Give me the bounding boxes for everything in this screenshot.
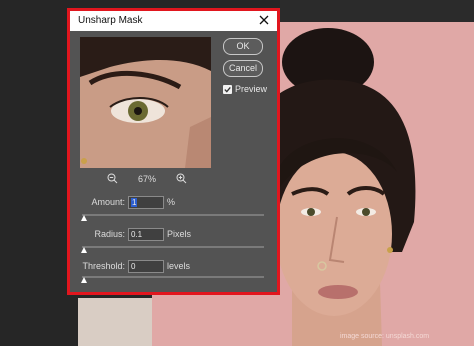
canvas-edge: [78, 298, 152, 346]
watermark-text: image source: unsplash.com: [340, 333, 429, 340]
highlight-box: [67, 8, 280, 295]
